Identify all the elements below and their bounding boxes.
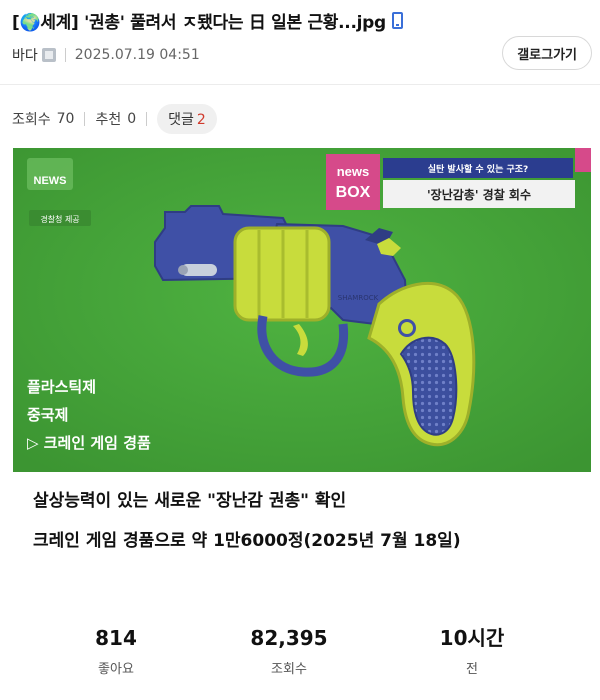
mobile-icon (391, 11, 403, 29)
channel-logo: NEWS (27, 158, 73, 190)
newsbox-top-text: news (337, 164, 370, 179)
gallog-button[interactable]: 갤로그가기 (502, 36, 592, 70)
total-views-count: 82,395 (250, 626, 328, 650)
newsbox-badge: news BOX (326, 154, 380, 210)
likes-stat[interactable]: 814 좋아요 (46, 624, 186, 677)
caption-line-2: 크레인 게임 경품으로 약 1만6000정(2025년 7월 18일) (33, 531, 461, 551)
likes-count: 814 (95, 626, 137, 650)
headline-main-text: '장난감총' 경찰 회수 (427, 187, 531, 202)
post-stats: 조회수 70 추천 0 댓글 2 (12, 104, 217, 134)
header-divider (0, 84, 600, 85)
news-photo-svg: NEWS 경찰청 제공 news BOX 실탄 발사할 수 있는 구조? '장난… (13, 148, 591, 472)
news-photo[interactable]: NEWS 경찰청 제공 news BOX 실탄 발사할 수 있는 구조? '장난… (13, 148, 591, 472)
stats-divider (84, 112, 86, 126)
author-name[interactable]: 바다 (12, 45, 38, 65)
comments-count: 2 (196, 112, 206, 128)
headline-small-text: 실탄 발사할 수 있는 구조? (428, 163, 529, 175)
recommend-count: 0 (127, 111, 137, 127)
channel-logo-text: NEWS (34, 175, 67, 187)
overlay-line-2: 중국제 (27, 406, 68, 424)
views-label: 조회수 (12, 112, 51, 128)
post-footer-stats: 814 좋아요 82,395 조회수 10시간 전 (0, 624, 600, 700)
time-ago: 10시간 (439, 626, 505, 650)
stats-divider (146, 112, 148, 126)
time-ago-label: 전 (466, 662, 478, 677)
credit-text: 경찰청 제공 (40, 214, 79, 224)
recommend-label: 추천 (95, 112, 122, 128)
overlay-line-3: ▷ 크레인 게임 경품 (27, 434, 151, 452)
views-stat: 82,395 조회수 (219, 624, 359, 677)
total-views-label: 조회수 (271, 662, 307, 677)
comments-button[interactable]: 댓글 2 (157, 104, 217, 134)
comments-label: 댓글 (168, 112, 194, 128)
meta-divider (64, 48, 66, 62)
credit-tag: 경찰청 제공 (29, 210, 91, 226)
overlay-line-1: 플라스틱제 (27, 378, 96, 396)
likes-label: 좋아요 (98, 662, 134, 677)
time-stat: 10시간 전 (402, 624, 542, 677)
gun-mark-text: SHAMROCK (338, 294, 379, 302)
caption-line-1: 살상능력이 있는 새로운 "장난감 권총" 확인 (33, 491, 347, 511)
post-date: 2025.07.19 04:51 (74, 47, 200, 63)
post-meta: 바다 2025.07.19 04:51 갤로그가기 (12, 36, 592, 70)
newsbox-bottom-text: BOX (336, 184, 371, 201)
post-title: [🌍세계] '권총' 풀려서 ㅈ됐다는 日 일본 근황...jpg (12, 12, 386, 33)
views-count: 70 (56, 111, 75, 127)
post-title-row: [🌍세계] '권총' 풀려서 ㅈ됐다는 日 일본 근황...jpg (12, 6, 592, 34)
member-level-icon (41, 48, 56, 62)
